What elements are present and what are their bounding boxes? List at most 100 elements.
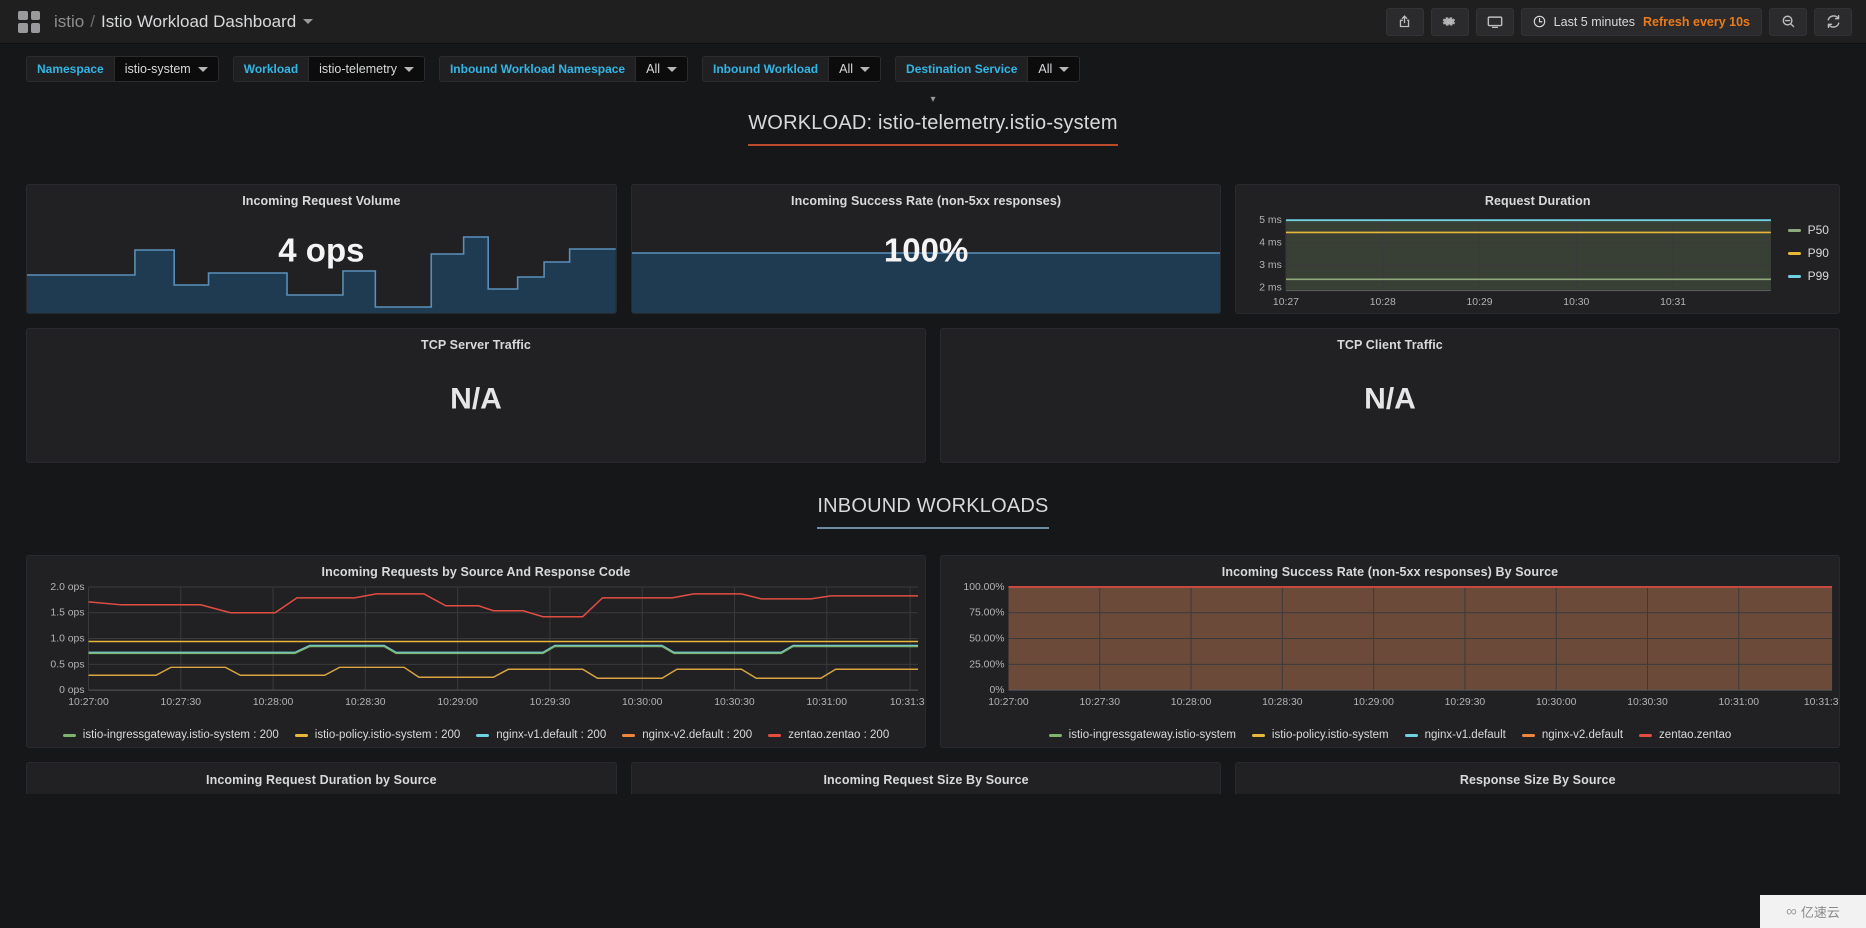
variable-value-dropdown[interactable]: All — [1027, 56, 1081, 82]
singlestat-value: 100% — [883, 231, 969, 269]
svg-text:4 ms: 4 ms — [1260, 238, 1283, 249]
svg-text:10:29:00: 10:29:00 — [1353, 697, 1394, 708]
svg-text:3 ms: 3 ms — [1260, 260, 1283, 271]
legend-swatch — [768, 733, 782, 737]
legend-item[interactable]: nginx-v2.default — [1521, 729, 1624, 741]
panel-title: Incoming Request Volume — [242, 194, 401, 208]
svg-text:10:30:00: 10:30:00 — [1536, 697, 1577, 708]
legend-item[interactable]: P50 — [1787, 223, 1829, 237]
panel-incoming-request-volume[interactable]: Incoming Request Volume 4 ops — [26, 184, 617, 314]
legend: istio-ingressgateway.istio-system istio-… — [941, 729, 1839, 741]
variable-inbound-workload: Inbound Workload All — [702, 56, 882, 82]
svg-text:75.00%: 75.00% — [969, 608, 1004, 619]
legend-label: nginx-v1.default — [1424, 729, 1506, 741]
svg-text:10:28:30: 10:28:30 — [1262, 697, 1303, 708]
panel-incoming-requests-by-source[interactable]: Incoming Requests by Source And Response… — [26, 555, 926, 748]
singlestat-value: 4 ops — [278, 231, 365, 269]
plot-area[interactable]: 5 ms 4 ms 3 ms 2 ms 10:27 10:28 10:29 10… — [1236, 211, 1777, 313]
panel-incoming-request-size-by-source[interactable]: Incoming Request Size By Source — [630, 762, 1222, 794]
chevron-down-icon — [667, 66, 678, 72]
legend-swatch — [1787, 251, 1801, 255]
variable-value-dropdown[interactable]: istio-system — [113, 56, 219, 82]
variable-value-dropdown[interactable]: All — [635, 56, 689, 82]
variable-label: Inbound Workload — [702, 56, 829, 82]
svg-text:1.0 ops: 1.0 ops — [50, 634, 84, 645]
svg-text:0%: 0% — [989, 685, 1004, 696]
legend-item[interactable]: istio-policy.istio-system : 200 — [294, 729, 460, 741]
dashboard-settings-button[interactable] — [1430, 7, 1469, 36]
variable-label: Inbound Workload Namespace — [438, 56, 636, 82]
legend-item[interactable]: istio-ingressgateway.istio-system — [1048, 729, 1236, 741]
row-title-inbound-workloads[interactable]: INBOUND WORKLOADS — [817, 495, 1049, 529]
panel-incoming-success-rate-by-source[interactable]: Incoming Success Rate (non-5xx responses… — [940, 555, 1840, 748]
legend-item[interactable]: zentao.zentao : 200 — [768, 729, 889, 741]
legend-swatch — [62, 733, 76, 737]
legend-swatch — [1404, 733, 1418, 737]
page-title[interactable]: Istio Workload Dashboard — [101, 12, 296, 32]
svg-text:100.00%: 100.00% — [963, 582, 1004, 593]
panel-response-size-by-source[interactable]: Response Size By Source — [1235, 762, 1840, 794]
panel-tcp-client-traffic[interactable]: TCP Client Traffic N/A — [940, 328, 1840, 463]
legend-item[interactable]: istio-policy.istio-system — [1251, 729, 1389, 741]
svg-text:0.5 ops: 0.5 ops — [50, 659, 84, 670]
legend-label: zentao.zentao : 200 — [788, 729, 890, 741]
refresh-interval-label: Refresh every 10s — [1642, 14, 1750, 29]
variable-value-dropdown[interactable]: All — [828, 56, 882, 82]
legend-item[interactable]: nginx-v1.default : 200 — [476, 729, 606, 741]
svg-text:10:30:30: 10:30:30 — [1627, 697, 1668, 708]
tv-mode-button[interactable] — [1475, 7, 1514, 36]
panel-row-4: Incoming Request Duration by Source Inco… — [26, 762, 1840, 794]
legend-label: istio-ingressgateway.istio-system — [1068, 729, 1236, 741]
share-dashboard-button[interactable] — [1385, 7, 1424, 36]
panel-tcp-server-traffic[interactable]: TCP Server Traffic N/A — [26, 328, 926, 463]
svg-text:50.00%: 50.00% — [969, 634, 1004, 645]
legend: P50 P90 P99 — [1778, 211, 1839, 313]
legend-swatch — [1787, 228, 1801, 232]
svg-text:10:29: 10:29 — [1467, 297, 1493, 308]
panel-incoming-request-duration-by-source[interactable]: Incoming Request Duration by Source — [26, 762, 617, 794]
legend-item[interactable]: nginx-v1.default — [1404, 729, 1506, 741]
svg-text:10:28:00: 10:28:00 — [253, 697, 294, 708]
svg-text:10:27: 10:27 — [1273, 297, 1299, 308]
legend-item[interactable]: nginx-v2.default : 200 — [622, 729, 752, 741]
legend-item[interactable]: P90 — [1787, 246, 1829, 260]
legend-swatch — [476, 733, 490, 737]
variable-destination-service: Destination Service All — [895, 56, 1081, 82]
legend-item[interactable]: zentao.zentao — [1639, 729, 1731, 741]
singlestat-value: N/A — [450, 381, 502, 415]
graph-body: 2.0 ops 1.5 ops 1.0 ops 0.5 ops 0 ops 10… — [27, 556, 925, 747]
row-collapse-icon-workload[interactable]: ▾ — [0, 94, 1866, 110]
top-navbar: istio / Istio Workload Dashboard Last 5 … — [0, 0, 1866, 44]
panel-incoming-success-rate[interactable]: Incoming Success Rate (non-5xx responses… — [630, 184, 1222, 314]
zoom-out-button[interactable] — [1769, 7, 1807, 36]
legend-item[interactable]: istio-ingressgateway.istio-system : 200 — [62, 729, 279, 741]
panel-request-duration[interactable]: Request Duration 5 ms 4 ms 3 ms 2 ms 10:… — [1235, 184, 1840, 314]
watermark: ∞ 亿速云 — [1760, 895, 1866, 928]
legend-item[interactable]: P99 — [1787, 269, 1829, 283]
refresh-button[interactable] — [1814, 7, 1852, 36]
breadcrumb-separator: / — [90, 11, 95, 31]
variable-inbound-workload-namespace: Inbound Workload Namespace All — [438, 56, 689, 82]
legend-label: nginx-v2.default — [1541, 729, 1624, 741]
panel-row-3: Incoming Requests by Source And Response… — [26, 555, 1840, 748]
svg-text:10:31:00: 10:31:00 — [807, 697, 848, 708]
grid-logo-icon[interactable] — [18, 10, 40, 33]
legend-swatch — [294, 733, 308, 737]
legend-label: zentao.zentao — [1659, 729, 1732, 741]
variable-value-dropdown[interactable]: istio-telemetry — [308, 56, 425, 82]
legend: istio-ingressgateway.istio-system : 200 … — [27, 729, 925, 741]
time-range-picker[interactable]: Last 5 minutes Refresh every 10s — [1520, 7, 1762, 36]
svg-text:10:30:00: 10:30:00 — [622, 697, 663, 708]
chevron-down-icon — [1059, 66, 1070, 72]
panel-title: Incoming Request Size By Source — [823, 773, 1029, 787]
plot-area[interactable]: 100.00% 75.00% 50.00% 25.00% 0% 10:27:00… — [941, 580, 1839, 719]
plot-area[interactable]: 2.0 ops 1.5 ops 1.0 ops 0.5 ops 0 ops 10… — [27, 580, 925, 719]
chevron-down-icon[interactable] — [303, 19, 314, 24]
row-title-workload[interactable]: WORKLOAD: istio-telemetry.istio-system — [748, 112, 1118, 146]
breadcrumb-org[interactable]: istio — [54, 12, 84, 32]
panel-title: Response Size By Source — [1459, 773, 1616, 787]
legend-swatch — [1048, 733, 1062, 737]
svg-text:10:29:30: 10:29:30 — [1445, 697, 1486, 708]
chevron-down-icon — [403, 66, 414, 72]
panel-title: Incoming Success Rate (non-5xx responses… — [791, 194, 1062, 208]
